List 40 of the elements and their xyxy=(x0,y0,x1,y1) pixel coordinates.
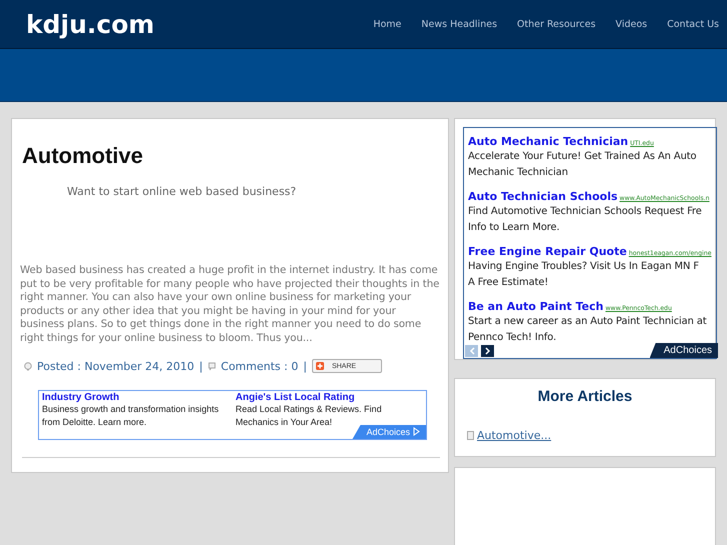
ad-title[interactable]: Free Engine Repair Quote xyxy=(468,245,627,258)
nav-link[interactable]: Videos xyxy=(616,18,648,30)
separator: | xyxy=(303,360,307,372)
ad-title[interactable]: Auto Mechanic Technician xyxy=(468,135,628,148)
nav-link[interactable]: Contact Us xyxy=(667,18,719,30)
ad-text: Find Automotive Technician Schools Request Fre xyxy=(468,205,703,219)
nav-link[interactable]: Home xyxy=(373,18,402,30)
clock-icon xyxy=(24,362,32,370)
ad-text: Pennco Tech! Info. xyxy=(468,331,558,345)
panel-title: More Articles xyxy=(536,388,634,405)
adchoices-badge[interactable]: AdChoices xyxy=(352,425,426,439)
posted-date: Posted : November 24, 2010 xyxy=(37,360,194,372)
chevron-right-icon xyxy=(484,347,490,355)
ad-text: A Free Estimate! xyxy=(468,276,550,290)
ad-title[interactable]: Be an Auto Paint Tech xyxy=(468,300,604,313)
ad-text: Mechanic Technician xyxy=(468,166,569,180)
ad-title[interactable]: Industry Growth xyxy=(42,392,230,403)
separator: | xyxy=(199,360,203,372)
adchoices-badge[interactable]: AdChoices xyxy=(650,343,718,358)
site-logo[interactable]: kdju.com xyxy=(26,10,154,38)
article-link[interactable]: Automotive... xyxy=(477,429,552,442)
plus-icon xyxy=(316,362,324,370)
nav-link[interactable]: Other Resources xyxy=(517,18,596,30)
nav-link[interactable]: News Headlines xyxy=(421,18,498,30)
chevron-left-icon xyxy=(468,347,474,355)
ad-title[interactable]: Angie's List Local Rating xyxy=(236,392,423,403)
article-body: Web based business has created a huge profit in the internet industry. It has come put to be very profitable for many people who have projected their thoughts in the right manner. You can also have your own online business for marketing your products or any other idea that you might be having in your mind for your business plans. So to get things done in the right manner you need to do some right things for your online business to bloom. Thus you... xyxy=(20,264,440,345)
ad-text: Accelerate Your Future! Get Trained As An Auto xyxy=(468,150,698,164)
ad-title[interactable]: Auto Technician Schools xyxy=(468,190,618,203)
comment-icon xyxy=(208,362,216,370)
ad-text: Start a new career as an Auto Paint Technician at xyxy=(468,315,708,329)
ad-text: Having Engine Troubles? Visit Us In Eagan MN F xyxy=(468,260,700,274)
next-button[interactable] xyxy=(481,345,494,357)
comments-count[interactable]: Comments : 0 xyxy=(220,360,298,372)
article-title: Automotive xyxy=(22,143,144,169)
ad-text: Business growth and transformation insights from Deloitte. Learn more. xyxy=(42,403,220,429)
ad-text: Info to Learn More. xyxy=(468,221,561,235)
play-icon xyxy=(413,427,420,436)
document-icon xyxy=(467,431,474,440)
article-intro: Want to start online web based business? xyxy=(67,185,298,198)
